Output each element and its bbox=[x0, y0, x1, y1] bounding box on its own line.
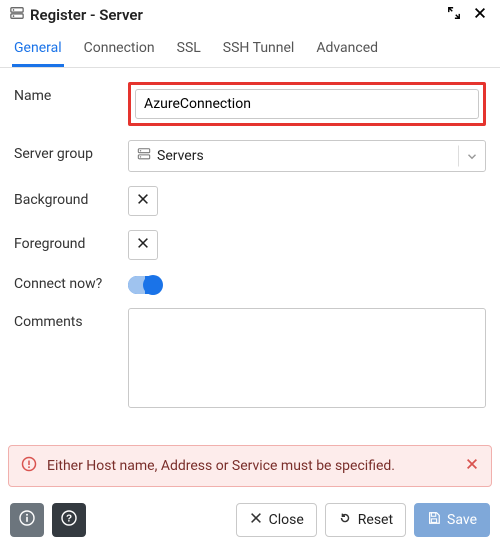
name-label: Name bbox=[14, 82, 114, 104]
row-server-group: Server group Servers bbox=[14, 140, 486, 172]
window-title: Register - Server bbox=[30, 6, 143, 24]
foreground-clear-button[interactable] bbox=[128, 230, 158, 260]
close-button-label: Close bbox=[269, 512, 304, 528]
foreground-label: Foreground bbox=[14, 230, 114, 252]
row-name: Name bbox=[14, 82, 486, 126]
titlebar: Register - Server bbox=[0, 0, 500, 30]
error-message: Either Host name, Address or Service mus… bbox=[47, 458, 395, 474]
close-window-icon[interactable] bbox=[470, 6, 490, 24]
connect-now-label: Connect now? bbox=[14, 274, 114, 292]
server-icon bbox=[10, 6, 24, 24]
expand-icon[interactable] bbox=[444, 6, 464, 24]
svg-text:?: ? bbox=[66, 514, 72, 525]
error-icon bbox=[21, 456, 37, 476]
tab-connection[interactable]: Connection bbox=[82, 30, 157, 67]
name-highlight bbox=[128, 82, 486, 126]
close-button[interactable]: Close bbox=[236, 503, 317, 537]
help-icon: ? bbox=[61, 510, 77, 530]
save-icon bbox=[427, 511, 441, 529]
x-icon bbox=[136, 192, 150, 210]
background-label: Background bbox=[14, 186, 114, 208]
reset-icon bbox=[338, 511, 352, 529]
tab-ssh-tunnel[interactable]: SSH Tunnel bbox=[221, 30, 297, 67]
footer: ? Close Reset Save bbox=[0, 495, 500, 549]
server-group-value: Servers bbox=[157, 148, 204, 164]
tab-general[interactable]: General bbox=[12, 30, 64, 67]
server-group-label: Server group bbox=[14, 140, 114, 162]
comments-textarea[interactable] bbox=[128, 308, 486, 408]
tabs: General Connection SSL SSH Tunnel Advanc… bbox=[0, 30, 500, 68]
reset-button[interactable]: Reset bbox=[325, 503, 406, 537]
connect-now-toggle[interactable] bbox=[128, 276, 162, 294]
tab-ssl[interactable]: SSL bbox=[175, 30, 203, 67]
x-icon bbox=[136, 236, 150, 254]
chevron-down-icon bbox=[458, 146, 479, 167]
row-background: Background bbox=[14, 186, 486, 216]
info-button[interactable] bbox=[10, 503, 44, 537]
comments-label: Comments bbox=[14, 308, 114, 330]
general-tab-panel: Name Server group Servers bbox=[0, 68, 500, 437]
error-bar: Either Host name, Address or Service mus… bbox=[8, 445, 492, 487]
background-clear-button[interactable] bbox=[128, 186, 158, 216]
row-comments: Comments bbox=[14, 308, 486, 412]
reset-button-label: Reset bbox=[358, 512, 393, 528]
save-button-label: Save bbox=[447, 512, 477, 528]
save-button[interactable]: Save bbox=[414, 503, 490, 537]
close-icon bbox=[249, 511, 263, 529]
server-group-icon bbox=[137, 147, 151, 165]
row-connect-now: Connect now? bbox=[14, 274, 486, 294]
error-close-button[interactable] bbox=[465, 457, 479, 475]
name-input[interactable] bbox=[135, 89, 479, 119]
info-icon bbox=[19, 510, 35, 530]
help-button[interactable]: ? bbox=[52, 503, 86, 537]
row-foreground: Foreground bbox=[14, 230, 486, 260]
server-group-select[interactable]: Servers bbox=[128, 140, 486, 172]
tab-advanced[interactable]: Advanced bbox=[314, 30, 380, 67]
register-server-dialog: Register - Server General Connection SSL… bbox=[0, 0, 500, 549]
